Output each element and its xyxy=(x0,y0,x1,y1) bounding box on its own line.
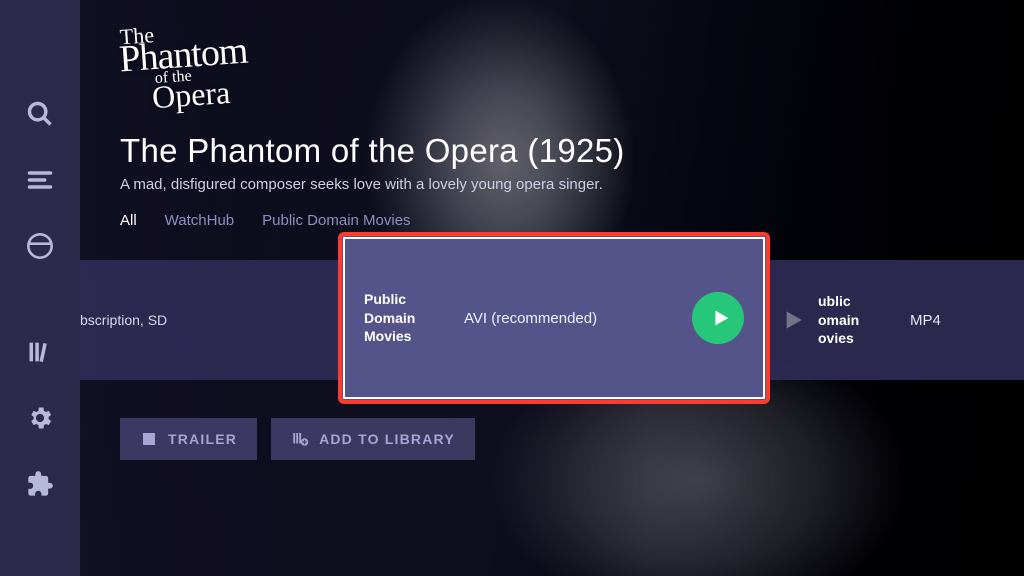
addons-icon[interactable] xyxy=(26,470,54,498)
menu-icon[interactable] xyxy=(26,166,54,194)
discover-icon[interactable] xyxy=(26,232,54,260)
stream-provider-label: Public Domain Movies xyxy=(364,290,442,347)
stream-format-label: MP4 xyxy=(910,312,941,329)
tab-all[interactable]: All xyxy=(120,212,137,229)
settings-icon[interactable] xyxy=(26,404,54,432)
stream-provider-label: ublic omain ovies xyxy=(818,292,892,349)
trailer-label: TRAILER xyxy=(168,431,237,447)
add-to-library-button[interactable]: ADD TO LIBRARY xyxy=(271,418,475,460)
tab-public-domain-movies[interactable]: Public Domain Movies xyxy=(262,212,410,229)
trailer-button[interactable]: TRAILER xyxy=(120,418,257,460)
tab-watchhub[interactable]: WatchHub xyxy=(165,212,234,229)
stream-left-text: bscription, SD xyxy=(80,312,167,328)
play-button[interactable] xyxy=(692,292,744,344)
library-add-icon xyxy=(291,430,309,448)
add-to-library-label: ADD TO LIBRARY xyxy=(319,431,455,447)
stream-option-highlighted[interactable]: Public Domain Movies AVI (recommended) xyxy=(338,232,770,404)
stream-format-label: AVI (recommended) xyxy=(464,310,692,327)
action-row: TRAILER ADD TO LIBRARY xyxy=(120,418,475,460)
stream-option-right[interactable]: ublic omain ovies MP4 xyxy=(770,260,941,380)
search-icon[interactable] xyxy=(26,100,54,128)
stream-option-left-partial[interactable]: bscription, SD xyxy=(80,260,330,380)
movie-synopsis: A mad, disfigured composer seeks love wi… xyxy=(120,176,603,193)
movie-logo: The Phantom of the Opera xyxy=(117,20,251,113)
source-tabs: All WatchHub Public Domain Movies xyxy=(120,212,411,229)
library-icon[interactable] xyxy=(26,338,54,366)
sidebar xyxy=(0,0,80,576)
play-icon xyxy=(770,307,814,333)
movie-title: The Phantom of the Opera (1925) xyxy=(120,132,625,170)
clapperboard-icon xyxy=(140,430,158,448)
